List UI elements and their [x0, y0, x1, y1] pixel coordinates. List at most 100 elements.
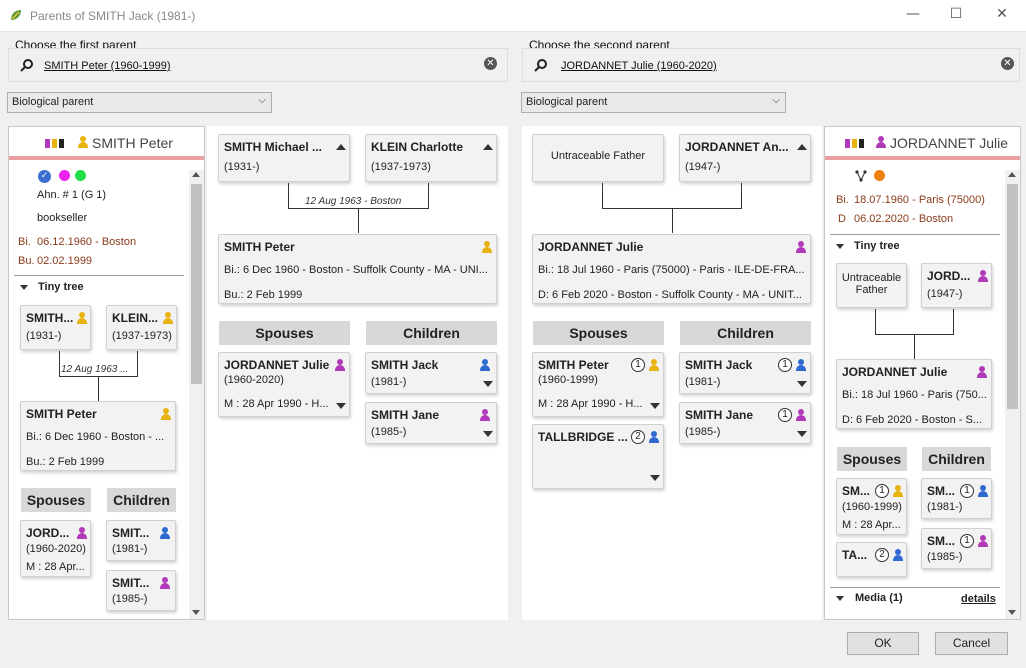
expand-down-icon[interactable] — [797, 431, 807, 437]
tiny-spouse1-name: SM... — [842, 484, 871, 498]
children-header: Children — [107, 488, 176, 512]
tree-line — [288, 183, 289, 208]
expand-up-icon[interactable] — [336, 144, 346, 150]
collapse-icon[interactable] — [836, 244, 844, 249]
details-link[interactable]: details — [961, 593, 996, 605]
mother-card[interactable]: JORDANNET An... (1947-) — [679, 134, 811, 182]
branch-icon — [855, 170, 867, 185]
mother-name: JORDANNET An... — [685, 140, 789, 154]
tiny-tree-label[interactable]: Tiny tree — [38, 281, 84, 293]
ok-button[interactable]: OK — [847, 632, 919, 655]
second-parent-type-select[interactable]: Biological parent ⌵ — [521, 92, 786, 113]
child-card[interactable]: SMITH Jack (1981-) — [365, 352, 497, 394]
person-male-icon — [159, 527, 171, 539]
person-female-icon — [977, 535, 989, 547]
divider — [14, 275, 184, 276]
spouse-card[interactable]: SMITH Peter 1 (1960-1999) M : 28 Apr 199… — [532, 352, 664, 417]
tiny-self-birth: Bi.: 18 Jul 1960 - Paris (750... — [842, 389, 987, 401]
mother-card[interactable]: KLEIN Charlotte (1937-1973) — [365, 134, 497, 182]
tiny-self-card[interactable]: SMITH Peter Bi.: 6 Dec 1960 - Boston - .… — [20, 401, 176, 471]
expand-down-icon[interactable] — [483, 431, 493, 437]
person-female-icon — [76, 527, 88, 539]
tiny-child1-name: SMIT... — [112, 526, 150, 540]
media-label[interactable]: Media (1) — [855, 592, 903, 604]
scroll-up-icon[interactable] — [1008, 172, 1016, 177]
tiny-child-card[interactable]: SMIT... (1985-) — [106, 570, 176, 611]
divider — [830, 587, 1000, 588]
clear-first-parent-icon[interactable]: ✕ — [484, 57, 497, 70]
scroll-down-icon[interactable] — [192, 610, 200, 615]
person-male-icon — [977, 485, 989, 497]
divider — [830, 234, 1000, 235]
self-card[interactable]: SMITH Peter Bi.: 6 Dec 1960 - Boston - S… — [218, 234, 497, 304]
child2-dates: (1985-) — [685, 426, 721, 438]
tiny-spouse-card[interactable]: JORD... (1960-2020) M : 28 Apr... — [20, 520, 91, 577]
tiny-mother-card[interactable]: JORD... (1947-) — [921, 263, 992, 308]
tiny-spouse-card[interactable]: SM... 1 (1960-1999) M : 28 Apr... — [836, 478, 907, 535]
tiny-self-death: D: 6 Feb 2020 - Boston - S... — [842, 414, 983, 426]
orange-dot-icon — [874, 170, 885, 181]
second-parent-value[interactable]: JORDANNET Julie (1960-2020) — [561, 60, 717, 72]
spouse2-number: 2 — [631, 430, 645, 444]
spouse1-dates: (1960-1999) — [538, 374, 598, 386]
right-panel-name: JORDANNET Julie — [890, 135, 1008, 151]
tiny-marriage-text: 12 Aug 1963 ... — [61, 364, 129, 375]
expand-down-icon[interactable] — [650, 403, 660, 409]
expand-down-icon[interactable] — [650, 475, 660, 481]
minimize-button[interactable]: — — [903, 6, 923, 22]
scroll-down-icon[interactable] — [1008, 610, 1016, 615]
tiny-father-card[interactable]: SMITH... (1931-) — [20, 305, 91, 350]
spouse1-name: SMITH Peter — [538, 358, 609, 372]
spouse-card[interactable]: TALLBRIDGE ... 2 — [532, 424, 664, 489]
collapse-icon[interactable] — [20, 285, 28, 290]
tiny-spouse-marriage: M : 28 Apr... — [26, 561, 85, 573]
tiny-child2-dates: (1985-) — [927, 551, 963, 563]
ahnentafel-number: Ahn. # 1 (G 1) — [37, 189, 107, 201]
expand-up-icon[interactable] — [483, 144, 493, 150]
expand-down-icon[interactable] — [797, 381, 807, 387]
collapse-icon[interactable] — [836, 596, 844, 601]
tiny-child-card[interactable]: SM... 1 (1981-) — [921, 478, 992, 519]
child-card[interactable]: SMITH Jane (1985-) — [365, 402, 497, 444]
child-card[interactable]: SMITH Jack 1 (1981-) — [679, 352, 811, 394]
expand-down-icon[interactable] — [483, 381, 493, 387]
burial-value: 02.02.1999 — [37, 255, 93, 267]
spouse1-marriage: M : 28 Apr 1990 - H... — [538, 398, 643, 410]
occupation: bookseller — [37, 212, 88, 224]
close-window-button[interactable]: ✕ — [992, 6, 1012, 22]
child1-dates: (1981-) — [371, 376, 407, 388]
maximize-button[interactable]: ☐ — [946, 6, 966, 22]
tiny-child-card[interactable]: SMIT... (1981-) — [106, 520, 176, 561]
father-card[interactable]: Untraceable Father — [532, 134, 664, 182]
expand-up-icon[interactable] — [797, 144, 807, 150]
self-card[interactable]: JORDANNET Julie Bi.: 18 Jul 1960 - Paris… — [532, 234, 811, 304]
child-card[interactable]: SMITH Jane 1 (1985-) — [679, 402, 811, 444]
tree-line — [98, 376, 99, 401]
person-male-icon — [892, 549, 904, 561]
person-female-icon — [334, 359, 346, 371]
tiny-father-card[interactable]: Untraceable Father — [836, 263, 907, 308]
tree-line — [914, 334, 915, 359]
scrollbar-thumb[interactable] — [191, 184, 202, 384]
first-parent-type-select[interactable]: Biological parent ⌵ — [7, 92, 272, 113]
spouse-card[interactable]: JORDANNET Julie (1960-2020) M : 28 Apr 1… — [218, 352, 350, 417]
tiny-child1-number: 1 — [960, 484, 974, 498]
birth-label: Bi. — [836, 194, 849, 206]
tiny-self-burial: Bu.: 2 Feb 1999 — [26, 456, 105, 468]
tree-line — [672, 208, 673, 233]
clear-second-parent-icon[interactable]: ✕ — [1001, 57, 1014, 70]
tiny-self-card[interactable]: JORDANNET Julie Bi.: 18 Jul 1960 - Paris… — [836, 359, 992, 429]
tiny-child-card[interactable]: SM... 1 (1985-) — [921, 528, 992, 569]
tiny-tree-label[interactable]: Tiny tree — [854, 240, 900, 252]
first-parent-value[interactable]: SMITH Peter (1960-1999) — [44, 60, 171, 72]
tree-line — [875, 309, 876, 334]
father-card[interactable]: SMITH Michael ... (1931-) — [218, 134, 350, 182]
expand-down-icon[interactable] — [336, 403, 346, 409]
tiny-spouse-card[interactable]: TA... 2 — [836, 542, 907, 577]
color-bars-icon — [845, 136, 873, 148]
cancel-button[interactable]: Cancel — [935, 632, 1008, 655]
scroll-up-icon[interactable] — [192, 172, 200, 177]
tiny-mother-card[interactable]: KLEIN... (1937-1973) — [106, 305, 177, 350]
spouse-name: JORDANNET Julie — [224, 358, 330, 372]
scrollbar-thumb[interactable] — [1007, 184, 1018, 409]
